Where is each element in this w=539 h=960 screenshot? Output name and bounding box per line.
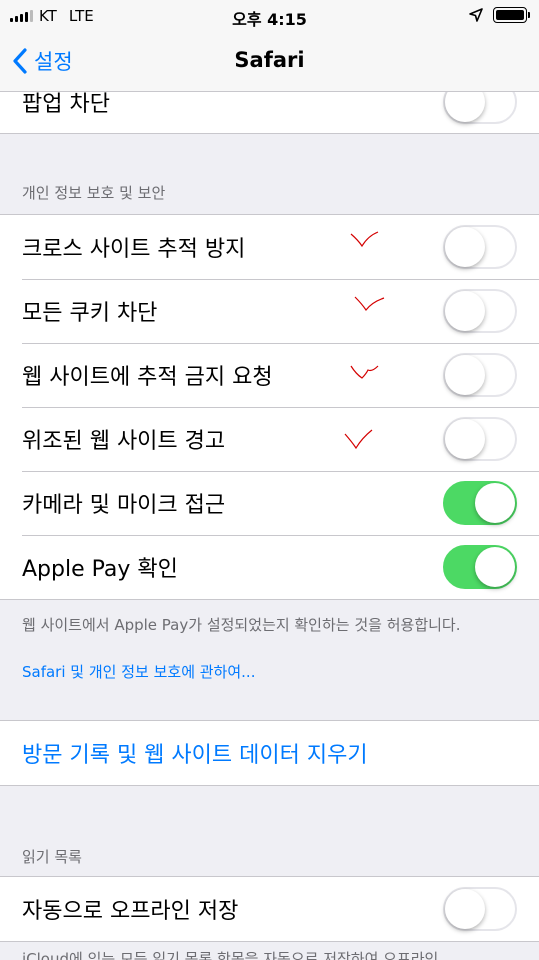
privacy-about-link[interactable]: Safari 및 개인 정보 보호에 관하여...	[22, 661, 255, 682]
cross-site-tracking-row[interactable]: 크로스 사이트 추적 방지	[0, 215, 539, 279]
cross-site-tracking-label: 크로스 사이트 추적 방지	[22, 237, 246, 262]
status-right	[469, 7, 530, 23]
status-time: 오후 4:15	[232, 10, 307, 29]
toggle-knob	[445, 355, 485, 395]
apple-pay-check-row[interactable]: Apple Pay 확인	[0, 535, 539, 599]
navigation-bar: 설정 Safari	[0, 32, 539, 92]
block-all-cookies-label: 모든 쿠키 차단	[22, 301, 158, 326]
auto-save-offline-label: 자동으로 오프라인 저장	[22, 899, 239, 924]
do-not-track-row[interactable]: 웹 사이트에 추적 금지 요청	[0, 343, 539, 407]
fraud-warning-label: 위조된 웹 사이트 경고	[22, 429, 226, 454]
toggle-knob	[445, 889, 485, 929]
reading-list-section-header: 읽기 목록	[22, 848, 82, 866]
toggle-knob	[445, 419, 485, 459]
location-arrow-icon	[469, 8, 483, 22]
auto-save-offline-row[interactable]: 자동으로 오프라인 저장	[0, 877, 539, 941]
camera-mic-access-label: 카메라 및 마이크 접근	[22, 493, 226, 518]
apple-pay-check-label: Apple Pay 확인	[22, 557, 178, 582]
do-not-track-label: 웹 사이트에 추적 금지 요청	[22, 365, 273, 390]
reading-list-footer: iCloud에 있는 모든 읽기 목록 항목을 자동으로 저장하여 오프라인	[22, 950, 439, 960]
popup-block-group: 팝업 차단	[0, 92, 539, 134]
handwritten-checkmark-icon	[350, 365, 379, 379]
auto-save-offline-toggle[interactable]	[443, 887, 517, 931]
popup-block-label: 팝업 차단	[22, 92, 110, 117]
privacy-section-header: 개인 정보 보호 및 보안	[22, 184, 166, 202]
handwritten-checkmark-icon	[344, 429, 373, 450]
toggle-knob	[475, 483, 515, 523]
camera-mic-access-toggle[interactable]	[443, 481, 517, 525]
fraud-warning-toggle[interactable]	[443, 417, 517, 461]
page-title: Safari	[234, 48, 305, 72]
clear-history-button[interactable]: 방문 기록 및 웹 사이트 데이터 지우기	[0, 721, 539, 785]
apple-pay-check-toggle[interactable]	[443, 545, 517, 589]
toggle-knob	[445, 92, 485, 122]
toggle-knob	[445, 291, 485, 331]
privacy-group: 크로스 사이트 추적 방지 모든 쿠키 차단 웹 사이트에 추적 금지 요청 위…	[0, 214, 539, 600]
popup-block-row[interactable]: 팝업 차단	[0, 92, 539, 133]
cross-site-tracking-toggle[interactable]	[443, 225, 517, 269]
block-all-cookies-row[interactable]: 모든 쿠키 차단	[0, 279, 539, 343]
fraud-warning-row[interactable]: 위조된 웹 사이트 경고	[0, 407, 539, 471]
toggle-knob	[445, 227, 485, 267]
handwritten-checkmark-icon	[354, 296, 385, 312]
toggle-knob	[475, 547, 515, 587]
apple-pay-footer: 웹 사이트에서 Apple Pay가 설정되었는지 확인하는 것을 허용합니다.	[22, 616, 461, 634]
battery-icon	[493, 7, 530, 23]
clear-history-group: 방문 기록 및 웹 사이트 데이터 지우기	[0, 720, 539, 786]
camera-mic-access-row[interactable]: 카메라 및 마이크 접근	[0, 471, 539, 535]
reading-list-group: 자동으로 오프라인 저장	[0, 876, 539, 942]
status-bar: KT LTE 오후 4:15	[0, 0, 539, 32]
handwritten-checkmark-icon	[350, 231, 379, 248]
popup-block-toggle[interactable]	[443, 92, 517, 124]
do-not-track-toggle[interactable]	[443, 353, 517, 397]
block-all-cookies-toggle[interactable]	[443, 289, 517, 333]
